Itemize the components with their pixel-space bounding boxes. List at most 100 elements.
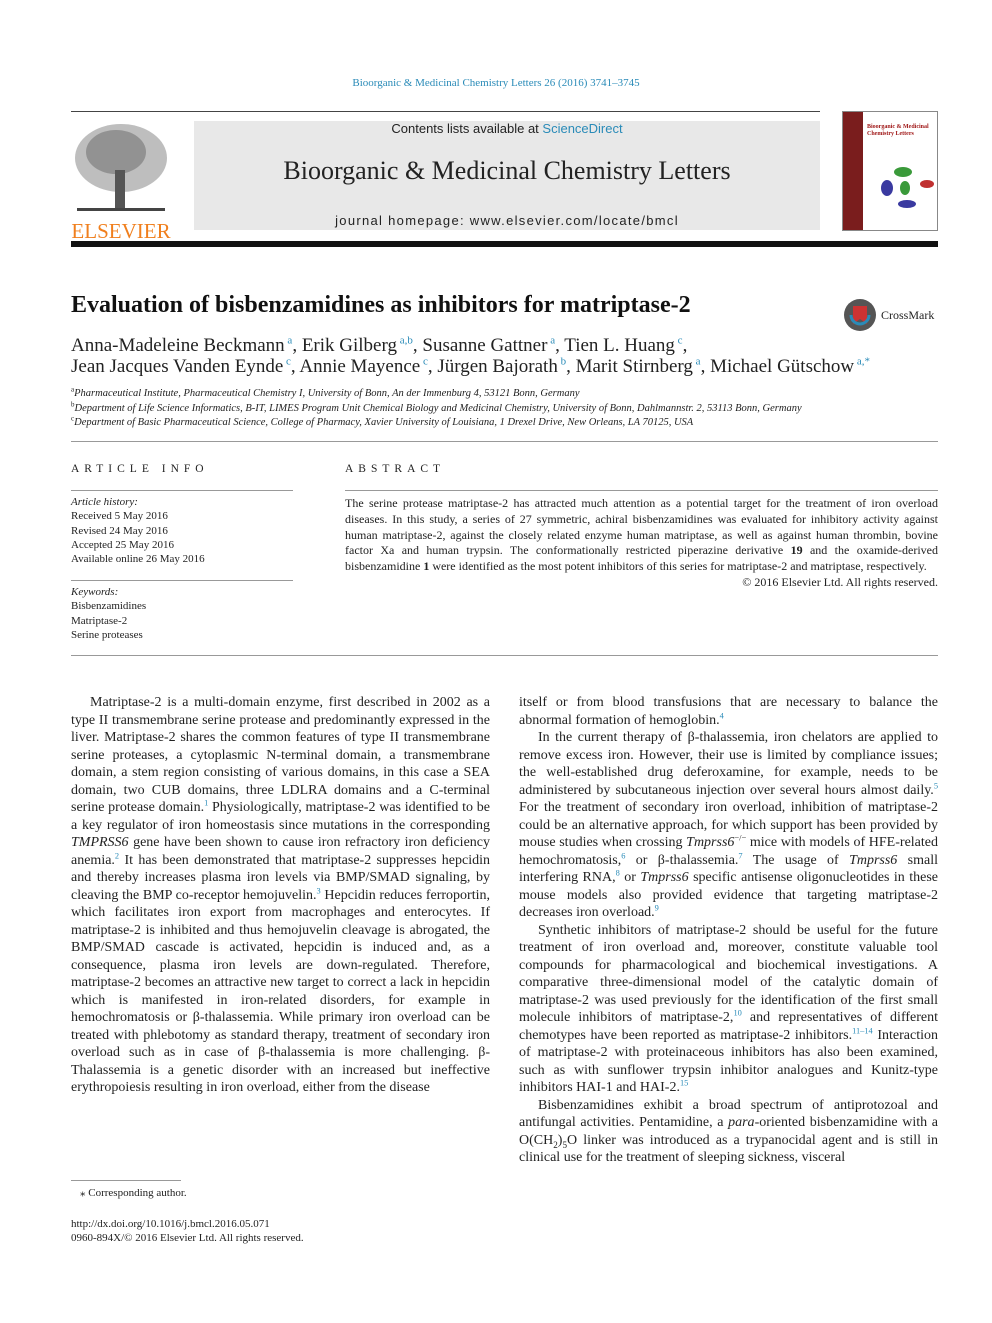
author-affiliation-mark[interactable]: a [547,335,555,347]
affiliation-text: Department of Basic Pharmaceutical Scien… [74,417,694,428]
divider [71,580,293,581]
separator: , [682,335,688,356]
abstract-copyright: © 2016 Elsevier Ltd. All rights reserved… [742,574,938,589]
keywords-label: Keywords: [71,586,119,598]
separator: , [700,356,711,377]
sciencedirect-link[interactable]: ScienceDirect [542,121,622,136]
abstract: The serine protease matriptase-2 has att… [345,496,938,591]
history-label: Article history: [71,496,138,508]
reference-citation[interactable]: 5 [934,781,938,790]
affiliation: cDepartment of Basic Pharmaceutical Scie… [71,415,694,428]
footnote-divider [71,1180,181,1181]
author-affiliation-mark[interactable]: c [675,335,683,347]
reference-citation[interactable]: 9 [655,903,659,912]
abstract-heading: ABSTRACT [345,463,446,475]
text-run: or [619,870,641,885]
author-name: Tien L. Huang [564,335,675,356]
reference-citation[interactable]: 11–14 [852,1026,873,1035]
author-name: Erik Gilberg [301,335,397,356]
body-paragraph: Matriptase-2 is a multi-domain enzyme, f… [71,694,490,1097]
header-divider [71,241,938,247]
journal-homepage[interactable]: journal homepage: www.elsevier.com/locat… [194,213,820,228]
italic-term: TMPRSS6 [71,835,129,850]
history-item: Accepted 25 May 2016 [71,538,174,551]
author-affiliation-mark[interactable]: c [420,356,428,368]
affiliation-text: Department of Life Science Informatics, … [74,402,802,414]
body-paragraph: Bisbenzamidines exhibit a broad spectrum… [519,1097,938,1167]
author-name: Anna-Madeleine Beckmann [71,335,285,356]
cover-title: Bioorganic & Medicinal Chemistry Letters [867,124,929,137]
text-run: Hepcidin reduces ferroportin, which faci… [71,887,491,1096]
author-name: Marit Stirnberg [575,356,693,377]
abstract-text: The serine protease matriptase-2 has att… [345,496,938,575]
cover-graphic-icon [881,167,934,208]
body-paragraph: itself or from blood transfusions that a… [519,694,938,729]
author-affiliation-mark[interactable]: c [283,356,291,368]
text-run: The usage of [742,852,850,868]
superscript: −/− [734,833,747,843]
history-item: Revised 24 May 2016 [71,524,168,537]
crossmark-button[interactable]: CrossMark [843,298,934,332]
article-history: Article history: Received 5 May 2016 Revi… [71,495,205,566]
body-paragraph: Synthetic inhibitors of matriptase-2 sho… [519,922,938,1097]
elsevier-logo[interactable]: ELSEVIER [71,120,171,242]
authors-line-1: Anna-Madeleine Beckmann a, Erik Gilberg … [71,335,687,357]
corresponding-author-note: ⁎ Corresponding author. [80,1187,187,1199]
reference-citation[interactable]: 4 [720,711,724,720]
reference-citation[interactable]: 10 [733,1008,741,1017]
author-name: Annie Mayence [299,356,421,377]
divider [345,490,938,491]
text-run: itself or from blood transfusions that a… [519,695,938,728]
divider [71,655,938,656]
author-affiliation-mark[interactable]: a,* [854,356,870,368]
author-name: Jürgen Bajorath [437,356,558,377]
keyword: Matriptase-2 [71,614,128,627]
body-column-right: itself or from blood transfusions that a… [519,694,938,1167]
authors-line-2: Jean Jacques Vanden Eynde c, Annie Mayen… [71,356,870,378]
affiliation: aPharmaceutical Institute, Pharmaceutica… [71,386,580,399]
journal-cover[interactable]: Bioorganic & Medicinal Chemistry Letters [842,111,938,231]
italic-term: Tmprss6 [686,835,735,850]
affiliation: bDepartment of Life Science Informatics,… [71,401,802,414]
italic-term: Tmprss6 [640,870,689,885]
author-affiliation-mark[interactable]: a [693,356,701,368]
history-item: Received 5 May 2016 [71,510,168,523]
affiliation-text: Pharmaceutical Institute, Pharmaceutical… [74,388,580,399]
contents-prefix: Contents lists available at [391,121,543,136]
separator: , [555,335,565,356]
keyword: Bisbenzamidines [71,600,147,613]
author-affiliation-mark[interactable]: a,b [397,335,413,347]
article-title: Evaluation of bisbenzamidines as inhibit… [71,292,691,318]
reference-citation[interactable]: 15 [680,1078,688,1087]
text-run: were identified as the most potent inhib… [429,559,927,574]
text-run: Matriptase-2 is a multi-domain enzyme, f… [71,695,490,815]
keywords: Keywords: Bisbenzamidines Matriptase-2 Ser… [71,585,146,642]
author-affiliation-mark[interactable]: b [558,356,567,368]
doi-link[interactable]: http://dx.doi.org/10.1016/j.bmcl.2016.05… [71,1217,270,1231]
divider [71,111,820,112]
journal-title: Bioorganic & Medicinal Chemistry Letters [283,156,731,185]
publisher-name: ELSEVIER [71,219,171,243]
italic-term: Tmprss6 [849,852,898,868]
crossmark-icon [844,299,876,331]
body-paragraph: In the current therapy of β-thalassemia,… [519,729,938,922]
text-run: In the current therapy of β-thalassemia,… [519,730,938,798]
journal-citation[interactable]: Bioorganic & Medicinal Chemistry Letters… [0,77,992,89]
author-name: Susanne Gattner [422,335,548,356]
divider [71,490,293,491]
article-info-heading: ARTICLE INFO [71,463,209,475]
compound-number: 19 [790,543,803,558]
issn-copyright: 0960-894X/© 2016 Elsevier Ltd. All right… [71,1232,304,1244]
separator: , [412,335,423,356]
separator: , [292,335,302,356]
divider [71,441,938,442]
tree-icon [75,124,167,211]
separator: , [427,356,438,377]
keyword: Serine proteases [71,628,143,641]
body-column-left: Matriptase-2 is a multi-domain enzyme, f… [71,694,490,1097]
text-run: or β-thalassemia. [625,852,739,868]
separator: , [566,356,576,377]
crossmark-label: CrossMark [881,307,935,322]
italic-term: para [728,1115,755,1130]
text-run: O linker was introduced as a trypanocida… [519,1132,938,1166]
